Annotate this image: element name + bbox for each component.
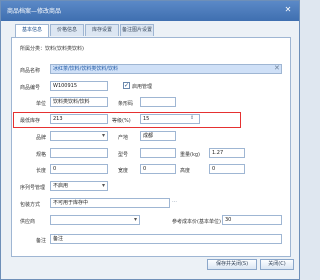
origin-label: 产地	[118, 135, 129, 141]
window-title: 商品档案—修改商品	[7, 8, 62, 15]
barcode-field[interactable]	[140, 97, 176, 107]
height-field[interactable]: 0	[209, 164, 245, 174]
length-field[interactable]: 0	[50, 164, 108, 174]
width-label: 宽度	[118, 168, 129, 174]
tab-price-info[interactable]: 价格信息	[50, 24, 84, 36]
height-label: 高度	[180, 168, 191, 174]
save-close-button[interactable]: 保存并关闭(S)	[207, 259, 257, 270]
clear-icon[interactable]: ✕	[274, 65, 280, 72]
unit-label: 单位	[36, 101, 47, 107]
more-icon[interactable]: …	[172, 198, 177, 205]
goods-name-label: 商品名称	[20, 68, 41, 74]
supplier-label: 供应商	[20, 219, 36, 225]
origin-field[interactable]: 成都	[140, 131, 176, 141]
close-icon[interactable]: ✕	[283, 5, 293, 15]
barcode-label: 条形码	[118, 101, 134, 107]
cost-field[interactable]: 30	[222, 215, 282, 225]
form-panel: 所属分类：饮料(饮料类饮料) 商品名称 冰红茶/饮料/饮料类饮料/饮料 ✕ 商品…	[11, 37, 291, 257]
cost-label: 参考成本价(基本单位)	[172, 219, 221, 225]
brand-select[interactable]	[50, 131, 108, 141]
title-bar: 商品档案—修改商品 ✕	[1, 1, 299, 21]
goods-name-field[interactable]: 冰红茶/饮料/饮料类饮料/饮料	[50, 64, 282, 74]
model-label: 型号	[118, 152, 129, 158]
tab-stock-settings[interactable]: 库存设置	[85, 24, 119, 36]
serial-select[interactable]: 不启用	[50, 181, 108, 191]
enable-label: 启用管理	[132, 84, 153, 90]
model-field[interactable]	[140, 148, 176, 158]
edit-product-window: 商品档案—修改商品 ✕ 基本信息 价格信息 库存设置 备注图片设置 所属分类：饮…	[0, 0, 300, 280]
length-label: 长度	[36, 168, 47, 174]
highlight-box	[13, 112, 241, 128]
category-note: 所属分类：饮料(饮料类饮料)	[20, 46, 84, 52]
remark-field[interactable]: 备注	[50, 234, 282, 244]
goods-code-field[interactable]: W100915	[50, 81, 108, 91]
serial-label: 序列号管理	[20, 185, 46, 191]
brand-label: 品牌	[36, 135, 47, 141]
width-field[interactable]: 0	[140, 164, 176, 174]
supplier-select[interactable]	[50, 215, 140, 225]
pack-field[interactable]: 不可用于库存中	[50, 198, 170, 208]
spec-label: 规格	[36, 152, 47, 158]
enable-checkbox[interactable]: ✓	[123, 82, 130, 89]
tab-remark-image-settings[interactable]: 备注图片设置	[120, 24, 154, 36]
weight-label: 重量(kg)	[180, 152, 200, 158]
spec-field[interactable]	[50, 148, 108, 158]
close-button[interactable]: 关闭(C)	[260, 259, 294, 270]
weight-field[interactable]: 1.27	[209, 148, 245, 158]
tab-basic-info[interactable]: 基本信息	[15, 24, 49, 37]
remark-label: 备注	[36, 238, 47, 244]
unit-field[interactable]: 饮料类饮料/饮料	[50, 97, 108, 107]
goods-code-label: 商品编号	[20, 85, 41, 91]
pack-label: 包装方式	[20, 202, 41, 208]
